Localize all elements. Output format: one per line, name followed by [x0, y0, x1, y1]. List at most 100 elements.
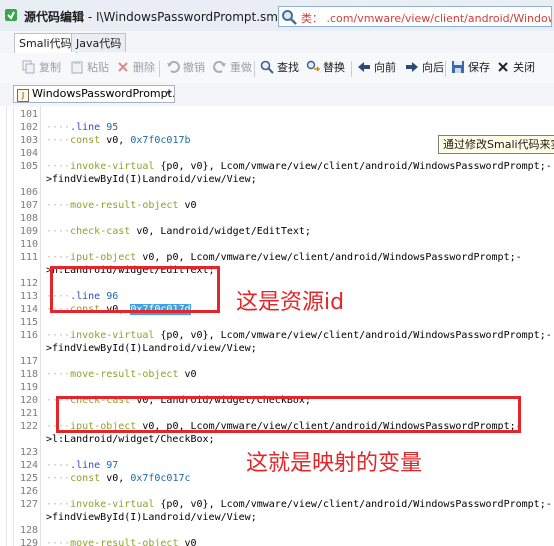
redo-label: 重做	[230, 61, 252, 74]
replace-label: 替换	[323, 61, 345, 74]
line-number: 125	[19, 473, 38, 484]
title-bar: 源代码编辑 - I\WindowsPasswordPrompt.smali 类：…	[0, 0, 554, 32]
copy-button[interactable]: 复制	[22, 59, 61, 77]
code-line[interactable]: 101	[0, 108, 554, 121]
code-line[interactable]: 106	[0, 186, 554, 199]
line-number: 116	[19, 330, 38, 341]
code-line[interactable]: 108	[0, 212, 554, 225]
code-editor[interactable]: 101 102 ····.line 95 103 ····const v0, 0x7f0…	[0, 106, 554, 546]
paste-label: 粘贴	[87, 61, 109, 74]
line-number: 109	[19, 226, 38, 237]
magnifier-icon	[260, 60, 274, 74]
code-line[interactable]: 107 ····move-result-object v0	[0, 199, 554, 212]
code-line[interactable]: 111 ····iput-object v0, p0, Lcom/vmware/v…	[0, 251, 554, 264]
undo-button[interactable]: 撤销	[166, 59, 205, 77]
toolbar-separator	[159, 61, 160, 77]
file-selector[interactable]: J WindowsPasswordPrompt.s ▾	[13, 85, 175, 103]
code-line[interactable]: 118 ····move-result-object v0	[0, 368, 554, 381]
code-line[interactable]: 126	[0, 485, 554, 498]
class-search-box[interactable]: 类： .com/vmware/view/client/android/Windo…	[278, 6, 552, 27]
line-number: 106	[19, 187, 38, 198]
line-number: 122	[19, 421, 38, 432]
toolbar: 复制 粘贴 删除 撤销 重做 查找 替换 向前 向后 保存 关闭	[0, 53, 554, 84]
arrow-right-icon	[406, 62, 418, 72]
code-line[interactable]: 119	[0, 381, 554, 394]
copy-icon	[22, 60, 35, 74]
window-title-file: - I\WindowsPasswordPrompt.smali	[84, 10, 292, 24]
code-tabs: Smali代码 Java代码	[0, 31, 554, 54]
back-button[interactable]: 向前	[357, 59, 396, 77]
java-file-icon: J	[17, 89, 29, 102]
line-number: 111	[19, 252, 38, 263]
resource-id-highlight-box	[50, 266, 220, 313]
code-text: >l:Landroid/widget/CheckBox;	[46, 434, 215, 445]
code-text: ····move-result-object v0	[46, 538, 197, 546]
code-text: >findViewById(I)Landroid/view/View;	[46, 343, 257, 354]
line-number: 124	[19, 460, 38, 471]
code-text: ····const v0, 0x7f0c017b	[46, 135, 191, 146]
line-number: 105	[19, 161, 38, 172]
save-button[interactable]: 保存	[451, 59, 490, 77]
paste-button[interactable]: 粘贴	[70, 59, 109, 77]
find-button[interactable]: 查找	[260, 59, 299, 77]
code-line[interactable]: >findViewById(I)Landroid/view/View;	[0, 342, 554, 355]
code-line[interactable]: 117	[0, 355, 554, 368]
line-number: 113	[19, 291, 38, 302]
code-line[interactable]: >findViewById(I)Landroid/view/View;	[0, 511, 554, 524]
code-text: ····invoke-virtual {p0, v0}, Lcom/vmware…	[46, 330, 552, 341]
search-icon[interactable]	[281, 9, 297, 25]
code-text: ····invoke-virtual {p0, v0}, Lcom/vmware…	[46, 161, 552, 172]
paste-icon	[71, 61, 83, 74]
forward-button[interactable]: 向后	[405, 59, 444, 77]
file-selector-value: WindowsPasswordPrompt.s	[32, 87, 175, 100]
code-line[interactable]: 116 ····invoke-virtual {p0, v0}, Lcom/vmw…	[0, 329, 554, 342]
code-line[interactable]: 129 ····move-result-object v0	[0, 537, 554, 546]
app-icon	[5, 9, 17, 21]
code-line[interactable]: >findViewById(I)Landroid/view/View;	[0, 173, 554, 186]
line-number: 108	[19, 213, 38, 224]
code-line[interactable]: 115	[0, 316, 554, 329]
window-title-main: 源代码编辑	[24, 10, 85, 24]
line-number: 101	[19, 109, 38, 120]
code-text: ····iput-object v0, p0, Lcom/vmware/view…	[46, 252, 522, 263]
save-icon	[452, 61, 464, 73]
code-line[interactable]: 127 ····invoke-virtual {p0, v0}, Lcom/vmw…	[0, 498, 554, 511]
code-text: ····check-cast v0, Landroid/widget/EditT…	[46, 226, 311, 237]
code-line[interactable]: 128	[0, 524, 554, 537]
replace-button[interactable]: 替换	[306, 59, 345, 77]
delete-button[interactable]: 删除	[116, 59, 155, 77]
close-button[interactable]: 关闭	[496, 59, 535, 77]
chevron-down-icon[interactable]: ▾	[166, 86, 171, 102]
code-text: ····invoke-virtual {p0, v0}, Lcom/vmware…	[46, 499, 552, 510]
line-number: 117	[19, 356, 38, 367]
code-line[interactable]: 110	[0, 238, 554, 251]
arrow-left-icon	[358, 62, 370, 72]
line-number: 121	[19, 408, 38, 419]
copy-label: 复制	[39, 61, 61, 74]
line-number: 112	[19, 278, 38, 289]
forward-label: 向后	[422, 61, 444, 74]
replace-icon	[306, 60, 320, 72]
line-number: 107	[19, 200, 38, 211]
save-label: 保存	[468, 61, 490, 74]
delete-label: 删除	[133, 61, 155, 74]
code-text: ····move-result-object v0	[46, 369, 197, 380]
redo-button[interactable]: 重做	[213, 59, 252, 77]
file-selector-row: J WindowsPasswordPrompt.s ▾	[0, 83, 554, 107]
code-line[interactable]: 102 ····.line 95	[0, 121, 554, 134]
window-title: 源代码编辑 - I\WindowsPasswordPrompt.smali	[24, 8, 292, 25]
close-icon	[498, 62, 508, 72]
code-line[interactable]: 109 ····check-cast v0, Landroid/widget/Ed…	[0, 225, 554, 238]
undo-label: 撤销	[183, 61, 205, 74]
code-line[interactable]: 105 ····invoke-virtual {p0, v0}, Lcom/vmw…	[0, 160, 554, 173]
tooltip: 通过修改Smali代码来实现	[438, 135, 554, 154]
line-number: 103	[19, 135, 38, 146]
line-number: 102	[19, 122, 38, 133]
annotation-resource-id: 这是资源id	[236, 290, 345, 315]
code-text: ····const v0, 0x7f0c017c	[46, 473, 191, 484]
tab-java[interactable]: Java代码	[71, 33, 127, 52]
tab-smali[interactable]: Smali代码	[14, 33, 77, 54]
line-number: 126	[19, 486, 38, 497]
line-number: 123	[19, 447, 38, 458]
annotation-mapped-variable: 这就是映射的变量	[246, 451, 423, 476]
